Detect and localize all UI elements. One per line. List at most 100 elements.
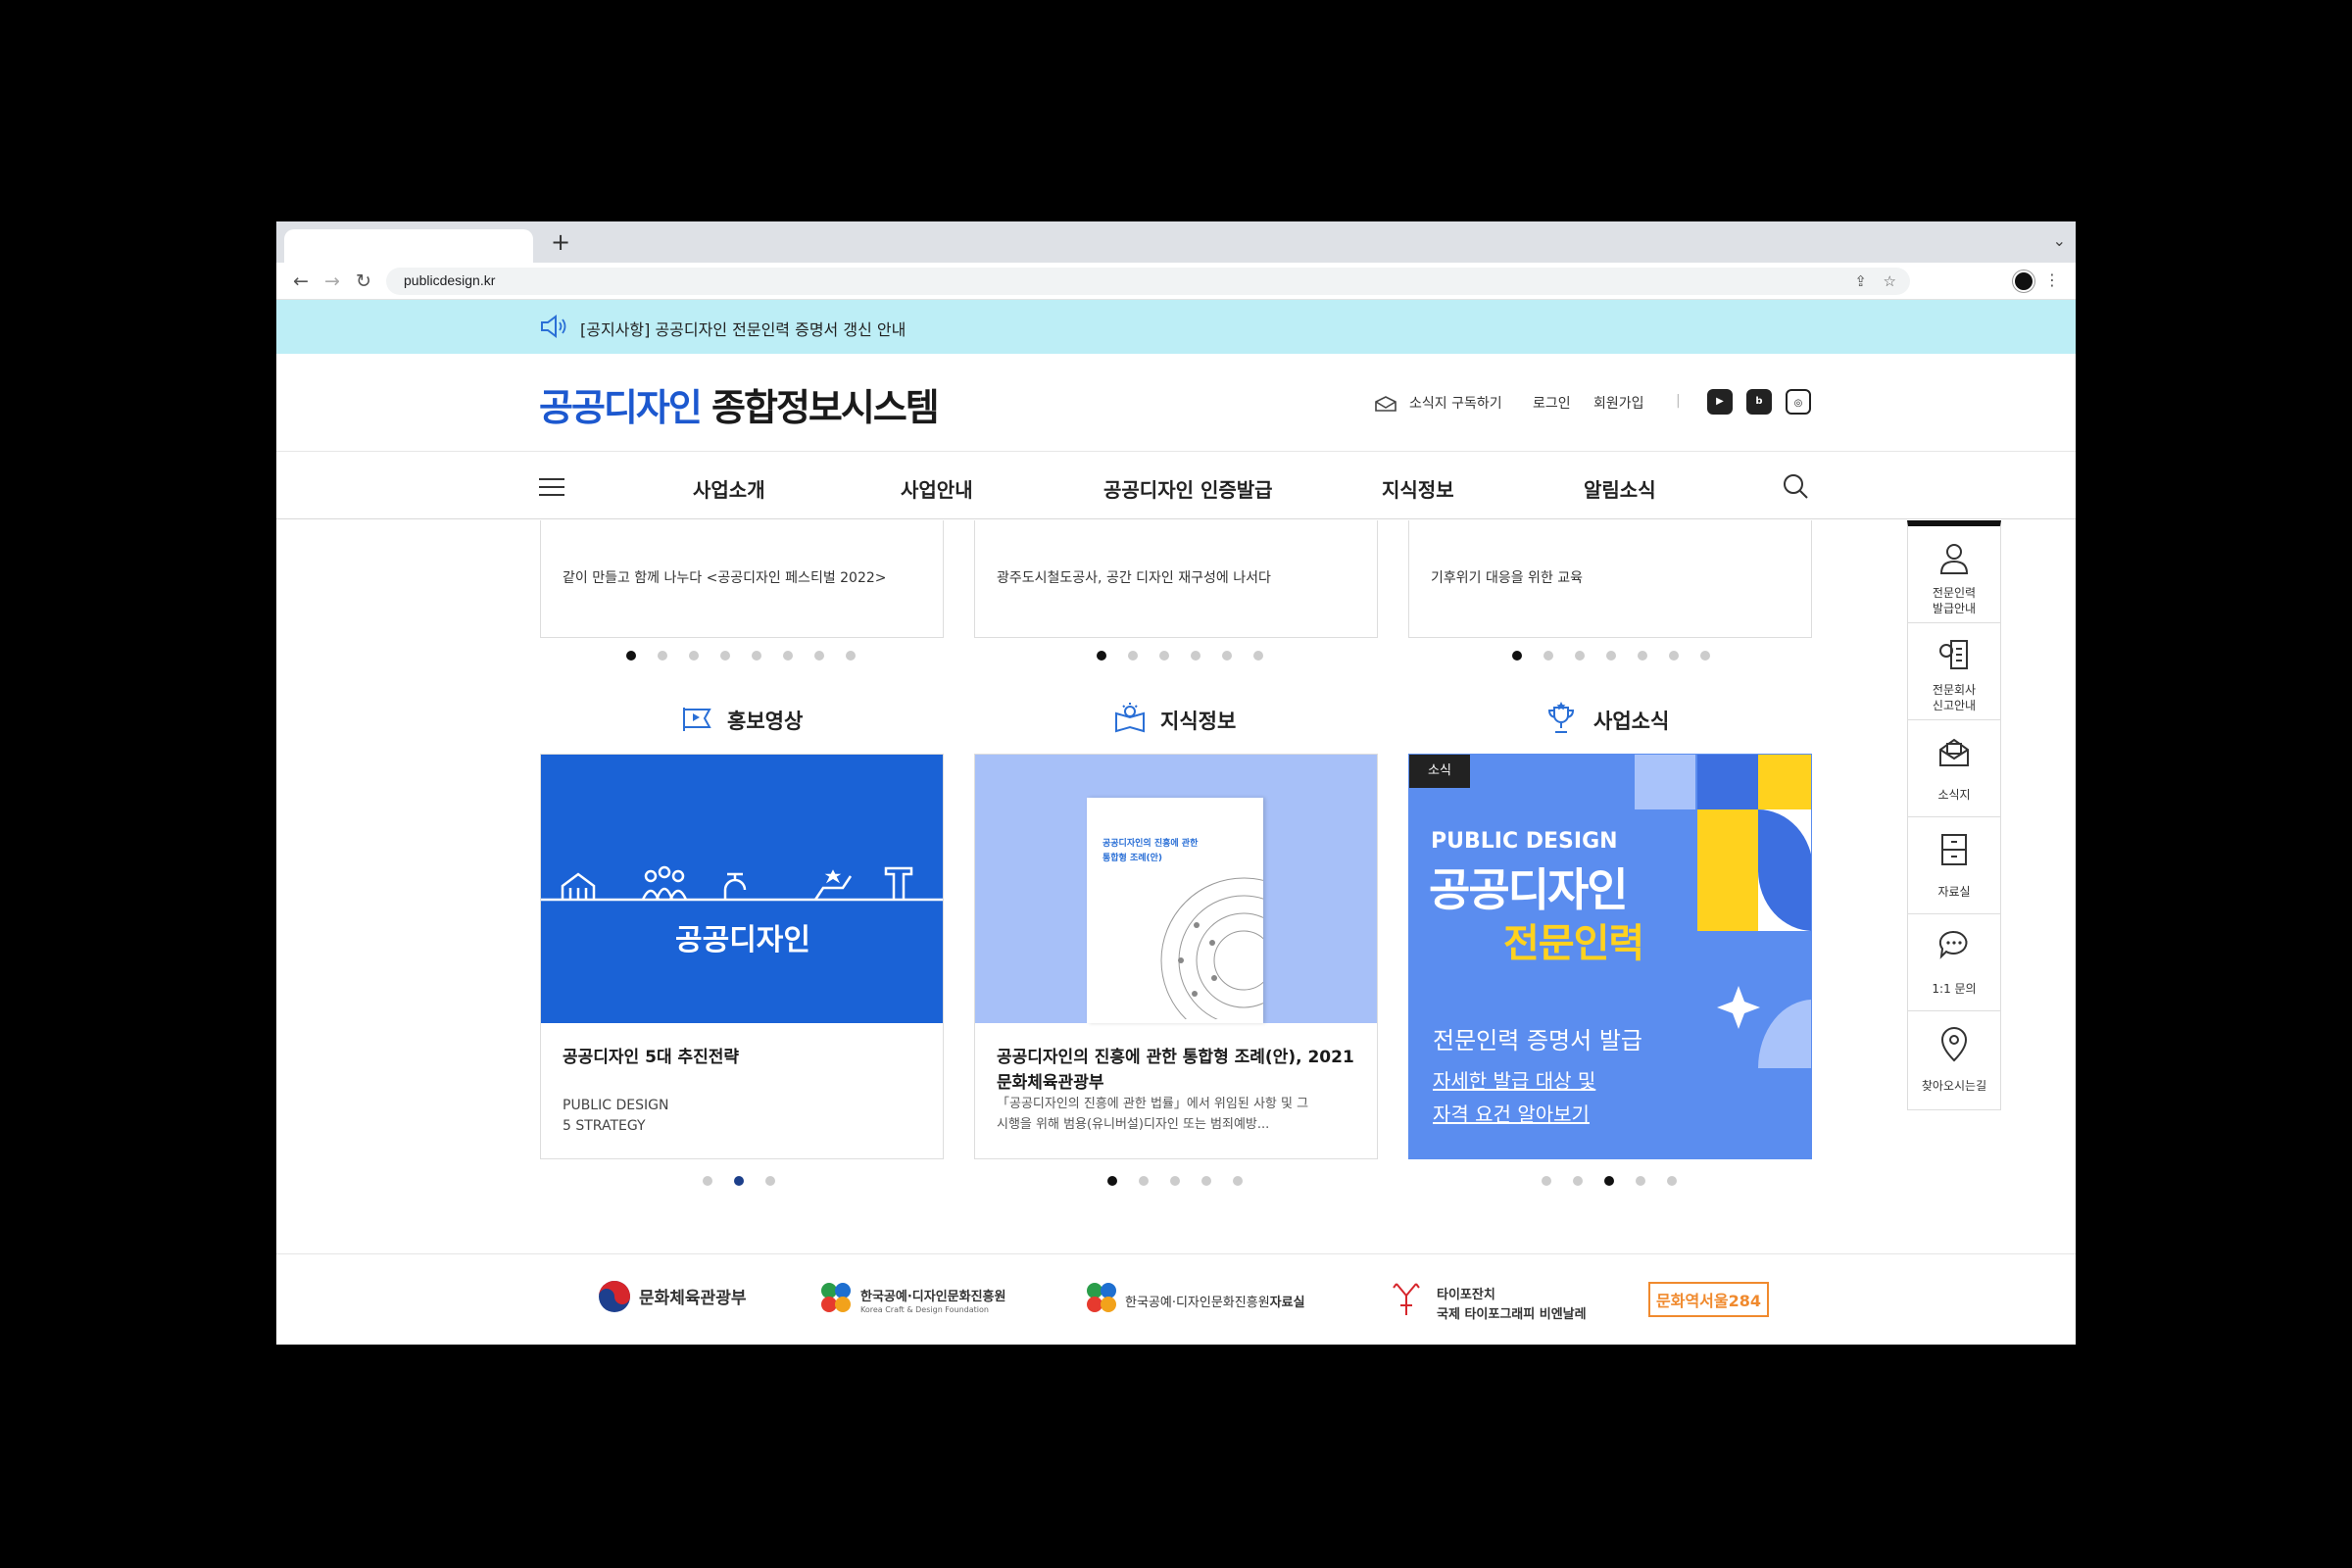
typojanchi-logo[interactable]: 타이포잔치 [1437,1284,1495,1302]
site-logo[interactable]: 공공디자인 종합정보시스템 [539,377,940,431]
share-icon[interactable]: ⇪ [1854,272,1867,290]
carousel-dot[interactable] [1128,651,1138,661]
browser-menu-icon[interactable]: ⋮ [2044,270,2060,289]
nav-certification[interactable]: 공공디자인 인증발급 [1103,474,1273,503]
carousel-dot[interactable] [1542,1176,1551,1186]
profile-avatar[interactable] [2013,270,2034,292]
carousel-dot[interactable] [814,651,824,661]
new-tab-button[interactable]: + [546,227,575,257]
taegeuk-icon [599,1281,630,1312]
carousel-dot[interactable] [1669,651,1679,661]
carousel-dot[interactable] [1139,1176,1149,1186]
kcdf-logo-en: Korea Craft & Design Foundation [860,1305,989,1314]
nav-knowledge[interactable]: 지식정보 [1382,474,1454,503]
forward-icon[interactable]: → [319,269,345,294]
carousel-dot[interactable] [1222,651,1232,661]
card-title: 공공디자인 5대 추진전략 [563,1048,740,1067]
carousel-dot[interactable] [1638,651,1647,661]
banner-link-line2[interactable]: 자격 요건 알아보기 [1433,1098,1595,1131]
notice-text[interactable]: [공지사항] 공공디자인 전문인력 증명서 갱신 안내 [580,317,906,340]
carousel-dot[interactable] [658,651,667,661]
news-card[interactable]: 같이 만들고 함께 나누다 <공공디자인 페스티벌 2022> [540,520,944,638]
quick-item-location[interactable]: 찾아오시는길 [1908,1011,2000,1108]
browser-tab[interactable] [284,229,533,263]
carousel-dot[interactable] [1512,651,1522,661]
carousel-dot[interactable] [626,651,636,661]
notice-bar[interactable]: [공지사항] 공공디자인 전문인력 증명서 갱신 안내 [276,300,2076,354]
card-title-line1: 공공디자인의 진흥에 관한 통합형 조례(안), 2021 [997,1048,1354,1067]
bookmark-star-icon[interactable]: ☆ [1884,272,1896,290]
section-title-video: 홍보영상 [727,710,804,733]
news-badge: 소식 [1409,755,1470,788]
hamburger-menu-icon[interactable] [539,478,564,496]
carousel-dot[interactable] [1604,1176,1614,1186]
signup-link[interactable]: 회원가입 [1593,393,1644,413]
book-bulb-icon [1115,703,1145,733]
carousel-dot[interactable] [734,1176,744,1186]
mcst-logo[interactable]: 문화체육관광부 [639,1284,746,1308]
card-description: 「공공디자인의 진흥에 관한 법률」에서 위임된 사항 및 그 시행을 위해 범… [997,1094,1359,1135]
quick-item-archive[interactable]: 자료실 [1908,817,2000,914]
carousel-dot[interactable] [1700,651,1710,661]
search-icon[interactable] [1782,472,1809,500]
carousel-dot[interactable] [1191,651,1200,661]
carousel-dot[interactable] [1636,1176,1645,1186]
carousel-dot[interactable] [765,1176,775,1186]
back-icon[interactable]: ← [288,269,314,294]
nav-business-intro[interactable]: 사업소개 [693,474,765,503]
address-bar: ← → ↻ publicdesign.kr ⇪ ☆ ⋮ [276,263,2076,300]
carousel-dot[interactable] [752,651,761,661]
knowledge-card[interactable]: 공공디자인의 진흥에 관한 통합형 조례(안) 공공디자인의 진흥에 관한 통합… [974,754,1378,1159]
kcdf-logo[interactable]: 한국공예·디자인문화진흥원 [860,1286,1005,1304]
carousel-dot[interactable] [1667,1176,1677,1186]
site-header: 공공디자인 종합정보시스템 소식지 구독하기 로그인 회원가입 | ▶ b ◎ [276,354,2076,452]
carousel-dot[interactable] [720,651,730,661]
browser-window: + ⌄ ← → ↻ publicdesign.kr ⇪ ☆ ⋮ [공지사항] 공… [276,221,2076,1345]
quick-item-expert[interactable]: 전문인력 발급안내 [1908,526,2000,623]
carousel-dot[interactable] [1544,651,1553,661]
blog-icon[interactable]: b [1746,389,1772,415]
login-link[interactable]: 로그인 [1533,393,1571,413]
youtube-icon[interactable]: ▶ [1707,389,1733,415]
nav-news[interactable]: 알림소식 [1584,474,1656,503]
quick-label-line1: 전문회사 [1932,683,1977,697]
carousel-dot[interactable] [1201,1176,1211,1186]
carousel-dot[interactable] [703,1176,712,1186]
banner-link[interactable]: 자세한 발급 대상 및 자격 요건 알아보기 [1433,1064,1595,1131]
book-title-line1: 공공디자인의 진흥에 관한 [1102,839,1199,849]
book-title: 공공디자인의 진흥에 관한 통합형 조례(안) [1102,837,1198,866]
carousel-dot[interactable] [1107,1176,1117,1186]
reload-icon[interactable]: ↻ [351,269,376,294]
carousel-dot[interactable] [783,651,793,661]
business-news-banner[interactable]: 소식 PUBLIC DESIGN 공공디자인 전문인력 전문인력 증명서 발급 … [1408,754,1812,1159]
quick-item-inquiry[interactable]: 1:1 문의 [1908,914,2000,1011]
instagram-icon[interactable]: ◎ [1786,389,1811,415]
kcdf-library-logo[interactable]: 한국공예·디자인문화진흥원자료실 [1125,1292,1305,1310]
kcdf-library-icon [1087,1283,1116,1312]
nav-business-guide[interactable]: 사업안내 [901,474,973,503]
carousel-dot[interactable] [1253,651,1263,661]
carousel-dot[interactable] [1097,651,1106,661]
news-card[interactable]: 기후위기 대응을 위한 교육 [1408,520,1812,638]
carousel-dot[interactable] [1573,1176,1583,1186]
banner-link-line1[interactable]: 자세한 발급 대상 및 [1433,1064,1595,1098]
tab-search-chevron-icon[interactable]: ⌄ [2053,231,2066,250]
quick-label: 자료실 [1937,885,1971,899]
carousel-dot[interactable] [689,651,699,661]
news-card-title: 광주도시철도공사, 공간 디자인 재구성에 나서다 [997,570,1271,586]
carousel-dot[interactable] [846,651,856,661]
carousel-dot[interactable] [1606,651,1616,661]
banner-korean-subtitle: 전문인력 [1503,921,1644,966]
carousel-dot[interactable] [1233,1176,1243,1186]
main-navigation: 사업소개 사업안내 공공디자인 인증발급 지식정보 알림소식 [276,453,2076,519]
omnibox[interactable]: publicdesign.kr ⇪ ☆ [386,268,1910,295]
promo-video-card[interactable]: 공공디자인 공공디자인 5대 추진전략 PUBLIC DESIGN 5 STRA… [540,754,944,1159]
culture-station-logo[interactable]: 문화역서울284 [1648,1282,1769,1317]
carousel-dot[interactable] [1159,651,1169,661]
subscribe-link[interactable]: 소식지 구독하기 [1409,393,1502,413]
carousel-dot[interactable] [1575,651,1585,661]
carousel-dot[interactable] [1170,1176,1180,1186]
quick-item-company[interactable]: 전문회사 신고안내 [1908,623,2000,720]
news-card[interactable]: 광주도시철도공사, 공간 디자인 재구성에 나서다 [974,520,1378,638]
quick-item-newsletter[interactable]: 소식지 [1908,720,2000,817]
